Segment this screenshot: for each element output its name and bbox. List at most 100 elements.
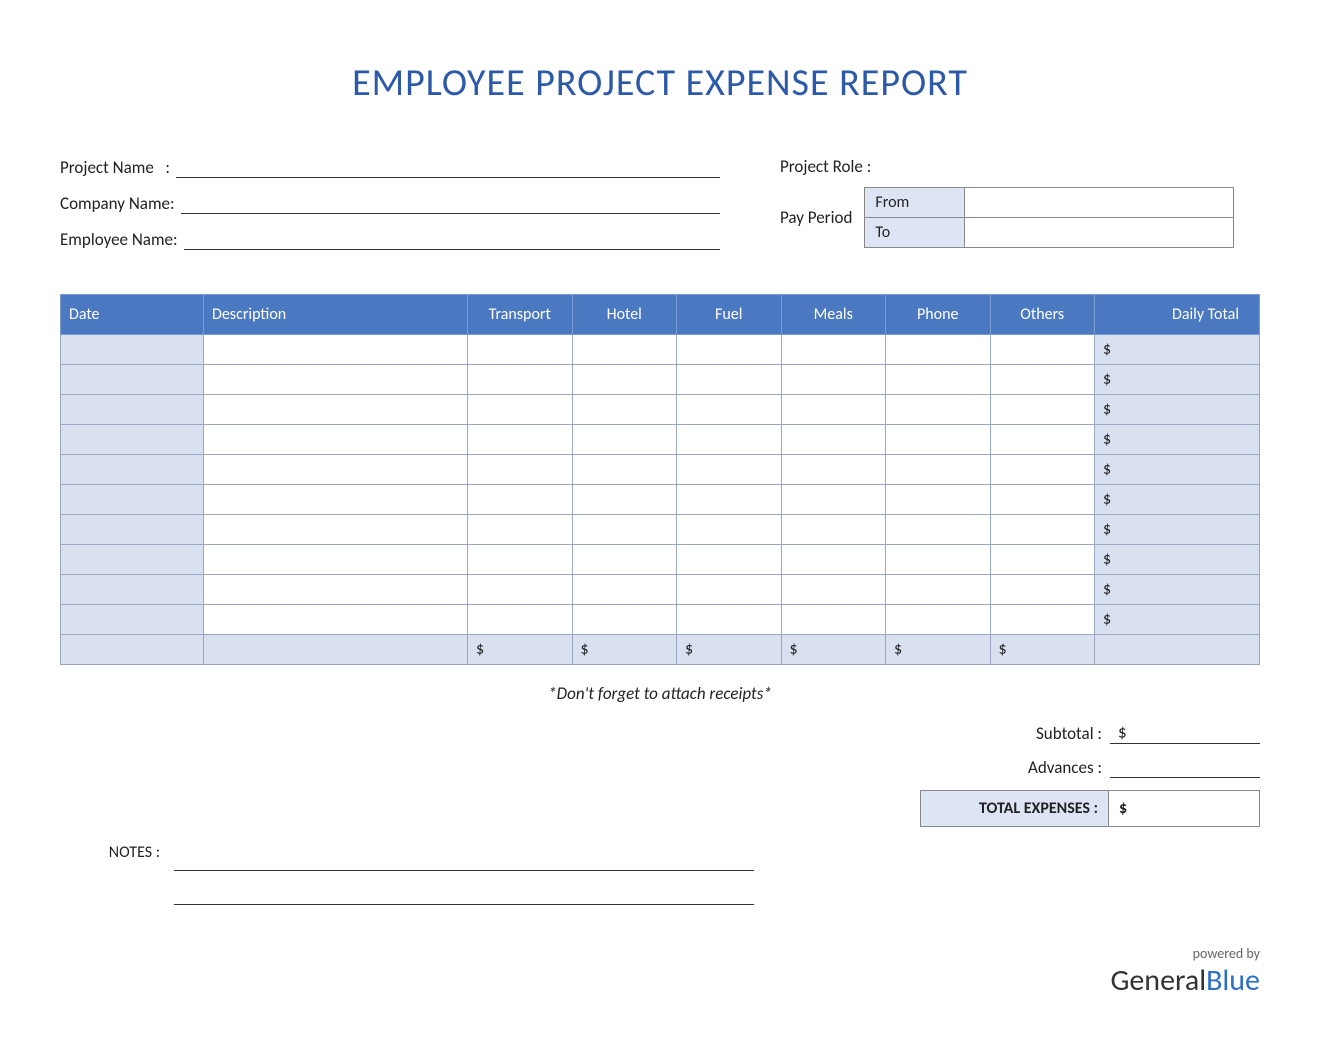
cell-hotel[interactable] <box>572 425 677 455</box>
cell-phone[interactable] <box>886 335 991 365</box>
subtotal-value[interactable]: $ <box>1110 722 1260 744</box>
pay-period-table: From To <box>864 187 1234 248</box>
cell-description[interactable] <box>204 545 468 575</box>
notes-line[interactable] <box>174 871 754 905</box>
cell-fuel[interactable] <box>677 425 782 455</box>
cell-description[interactable] <box>204 485 468 515</box>
cell-description[interactable] <box>204 575 468 605</box>
cell-description[interactable] <box>204 425 468 455</box>
cell-transport[interactable] <box>468 605 573 635</box>
cell-transport[interactable] <box>468 335 573 365</box>
cell-fuel[interactable] <box>677 335 782 365</box>
cell-daily-total: $ <box>1095 365 1260 395</box>
cell-hotel[interactable] <box>572 365 677 395</box>
cell-hotel[interactable] <box>572 515 677 545</box>
cell-meals[interactable] <box>781 485 886 515</box>
cell-description[interactable] <box>204 395 468 425</box>
cell-description[interactable] <box>204 515 468 545</box>
cell-hotel[interactable] <box>572 455 677 485</box>
col-others: Others <box>990 295 1095 335</box>
project-role-label: Project Role : <box>780 156 877 177</box>
cell-phone[interactable] <box>886 455 991 485</box>
cell-meals[interactable] <box>781 335 886 365</box>
cell-phone[interactable] <box>886 575 991 605</box>
cell-transport[interactable] <box>468 545 573 575</box>
cell-fuel[interactable] <box>677 395 782 425</box>
cell-meals[interactable] <box>781 365 886 395</box>
cell-phone[interactable] <box>886 605 991 635</box>
total-meals: $ <box>781 635 886 665</box>
cell-meals[interactable] <box>781 515 886 545</box>
cell-transport[interactable] <box>468 515 573 545</box>
cell-phone[interactable] <box>886 485 991 515</box>
employee-name-input[interactable] <box>184 228 720 250</box>
total-phone: $ <box>886 635 991 665</box>
total-others: $ <box>990 635 1095 665</box>
cell-meals[interactable] <box>781 395 886 425</box>
cell-others[interactable] <box>990 605 1095 635</box>
cell-others[interactable] <box>990 395 1095 425</box>
cell-others[interactable] <box>990 455 1095 485</box>
cell-others[interactable] <box>990 575 1095 605</box>
cell-description[interactable] <box>204 455 468 485</box>
cell-fuel[interactable] <box>677 605 782 635</box>
cell-date[interactable] <box>61 395 204 425</box>
cell-hotel[interactable] <box>572 575 677 605</box>
cell-description[interactable] <box>204 605 468 635</box>
cell-transport[interactable] <box>468 575 573 605</box>
cell-description[interactable] <box>204 365 468 395</box>
cell-date[interactable] <box>61 605 204 635</box>
cell-description[interactable] <box>204 335 468 365</box>
notes-line[interactable] <box>174 837 754 871</box>
cell-hotel[interactable] <box>572 335 677 365</box>
advances-label: Advances : <box>920 757 1110 778</box>
cell-phone[interactable] <box>886 395 991 425</box>
cell-meals[interactable] <box>781 545 886 575</box>
company-name-input[interactable] <box>181 192 720 214</box>
cell-daily-total: $ <box>1095 605 1260 635</box>
cell-transport[interactable] <box>468 485 573 515</box>
cell-meals[interactable] <box>781 425 886 455</box>
cell-fuel[interactable] <box>677 515 782 545</box>
cell-transport[interactable] <box>468 395 573 425</box>
cell-date[interactable] <box>61 545 204 575</box>
cell-phone[interactable] <box>886 365 991 395</box>
cell-others[interactable] <box>990 425 1095 455</box>
cell-phone[interactable] <box>886 545 991 575</box>
cell-phone[interactable] <box>886 515 991 545</box>
cell-meals[interactable] <box>781 575 886 605</box>
cell-others[interactable] <box>990 545 1095 575</box>
cell-transport[interactable] <box>468 365 573 395</box>
cell-meals[interactable] <box>781 605 886 635</box>
cell-daily-total: $ <box>1095 575 1260 605</box>
cell-others[interactable] <box>990 365 1095 395</box>
cell-fuel[interactable] <box>677 575 782 605</box>
cell-date[interactable] <box>61 425 204 455</box>
cell-transport[interactable] <box>468 425 573 455</box>
cell-date[interactable] <box>61 455 204 485</box>
cell-hotel[interactable] <box>572 485 677 515</box>
cell-date[interactable] <box>61 575 204 605</box>
cell-hotel[interactable] <box>572 605 677 635</box>
from-input[interactable] <box>965 188 1234 218</box>
cell-others[interactable] <box>990 515 1095 545</box>
cell-others[interactable] <box>990 335 1095 365</box>
cell-hotel[interactable] <box>572 545 677 575</box>
cell-transport[interactable] <box>468 455 573 485</box>
cell-fuel[interactable] <box>677 545 782 575</box>
cell-phone[interactable] <box>886 425 991 455</box>
cell-date[interactable] <box>61 515 204 545</box>
cell-hotel[interactable] <box>572 395 677 425</box>
cell-meals[interactable] <box>781 455 886 485</box>
to-input[interactable] <box>965 218 1234 248</box>
cell-fuel[interactable] <box>677 365 782 395</box>
cell-date[interactable] <box>61 365 204 395</box>
project-name-input[interactable] <box>176 156 720 178</box>
advances-value[interactable] <box>1110 756 1260 778</box>
company-name-label: Company Name: <box>60 193 181 214</box>
cell-fuel[interactable] <box>677 455 782 485</box>
cell-date[interactable] <box>61 335 204 365</box>
cell-date[interactable] <box>61 485 204 515</box>
cell-fuel[interactable] <box>677 485 782 515</box>
cell-others[interactable] <box>990 485 1095 515</box>
